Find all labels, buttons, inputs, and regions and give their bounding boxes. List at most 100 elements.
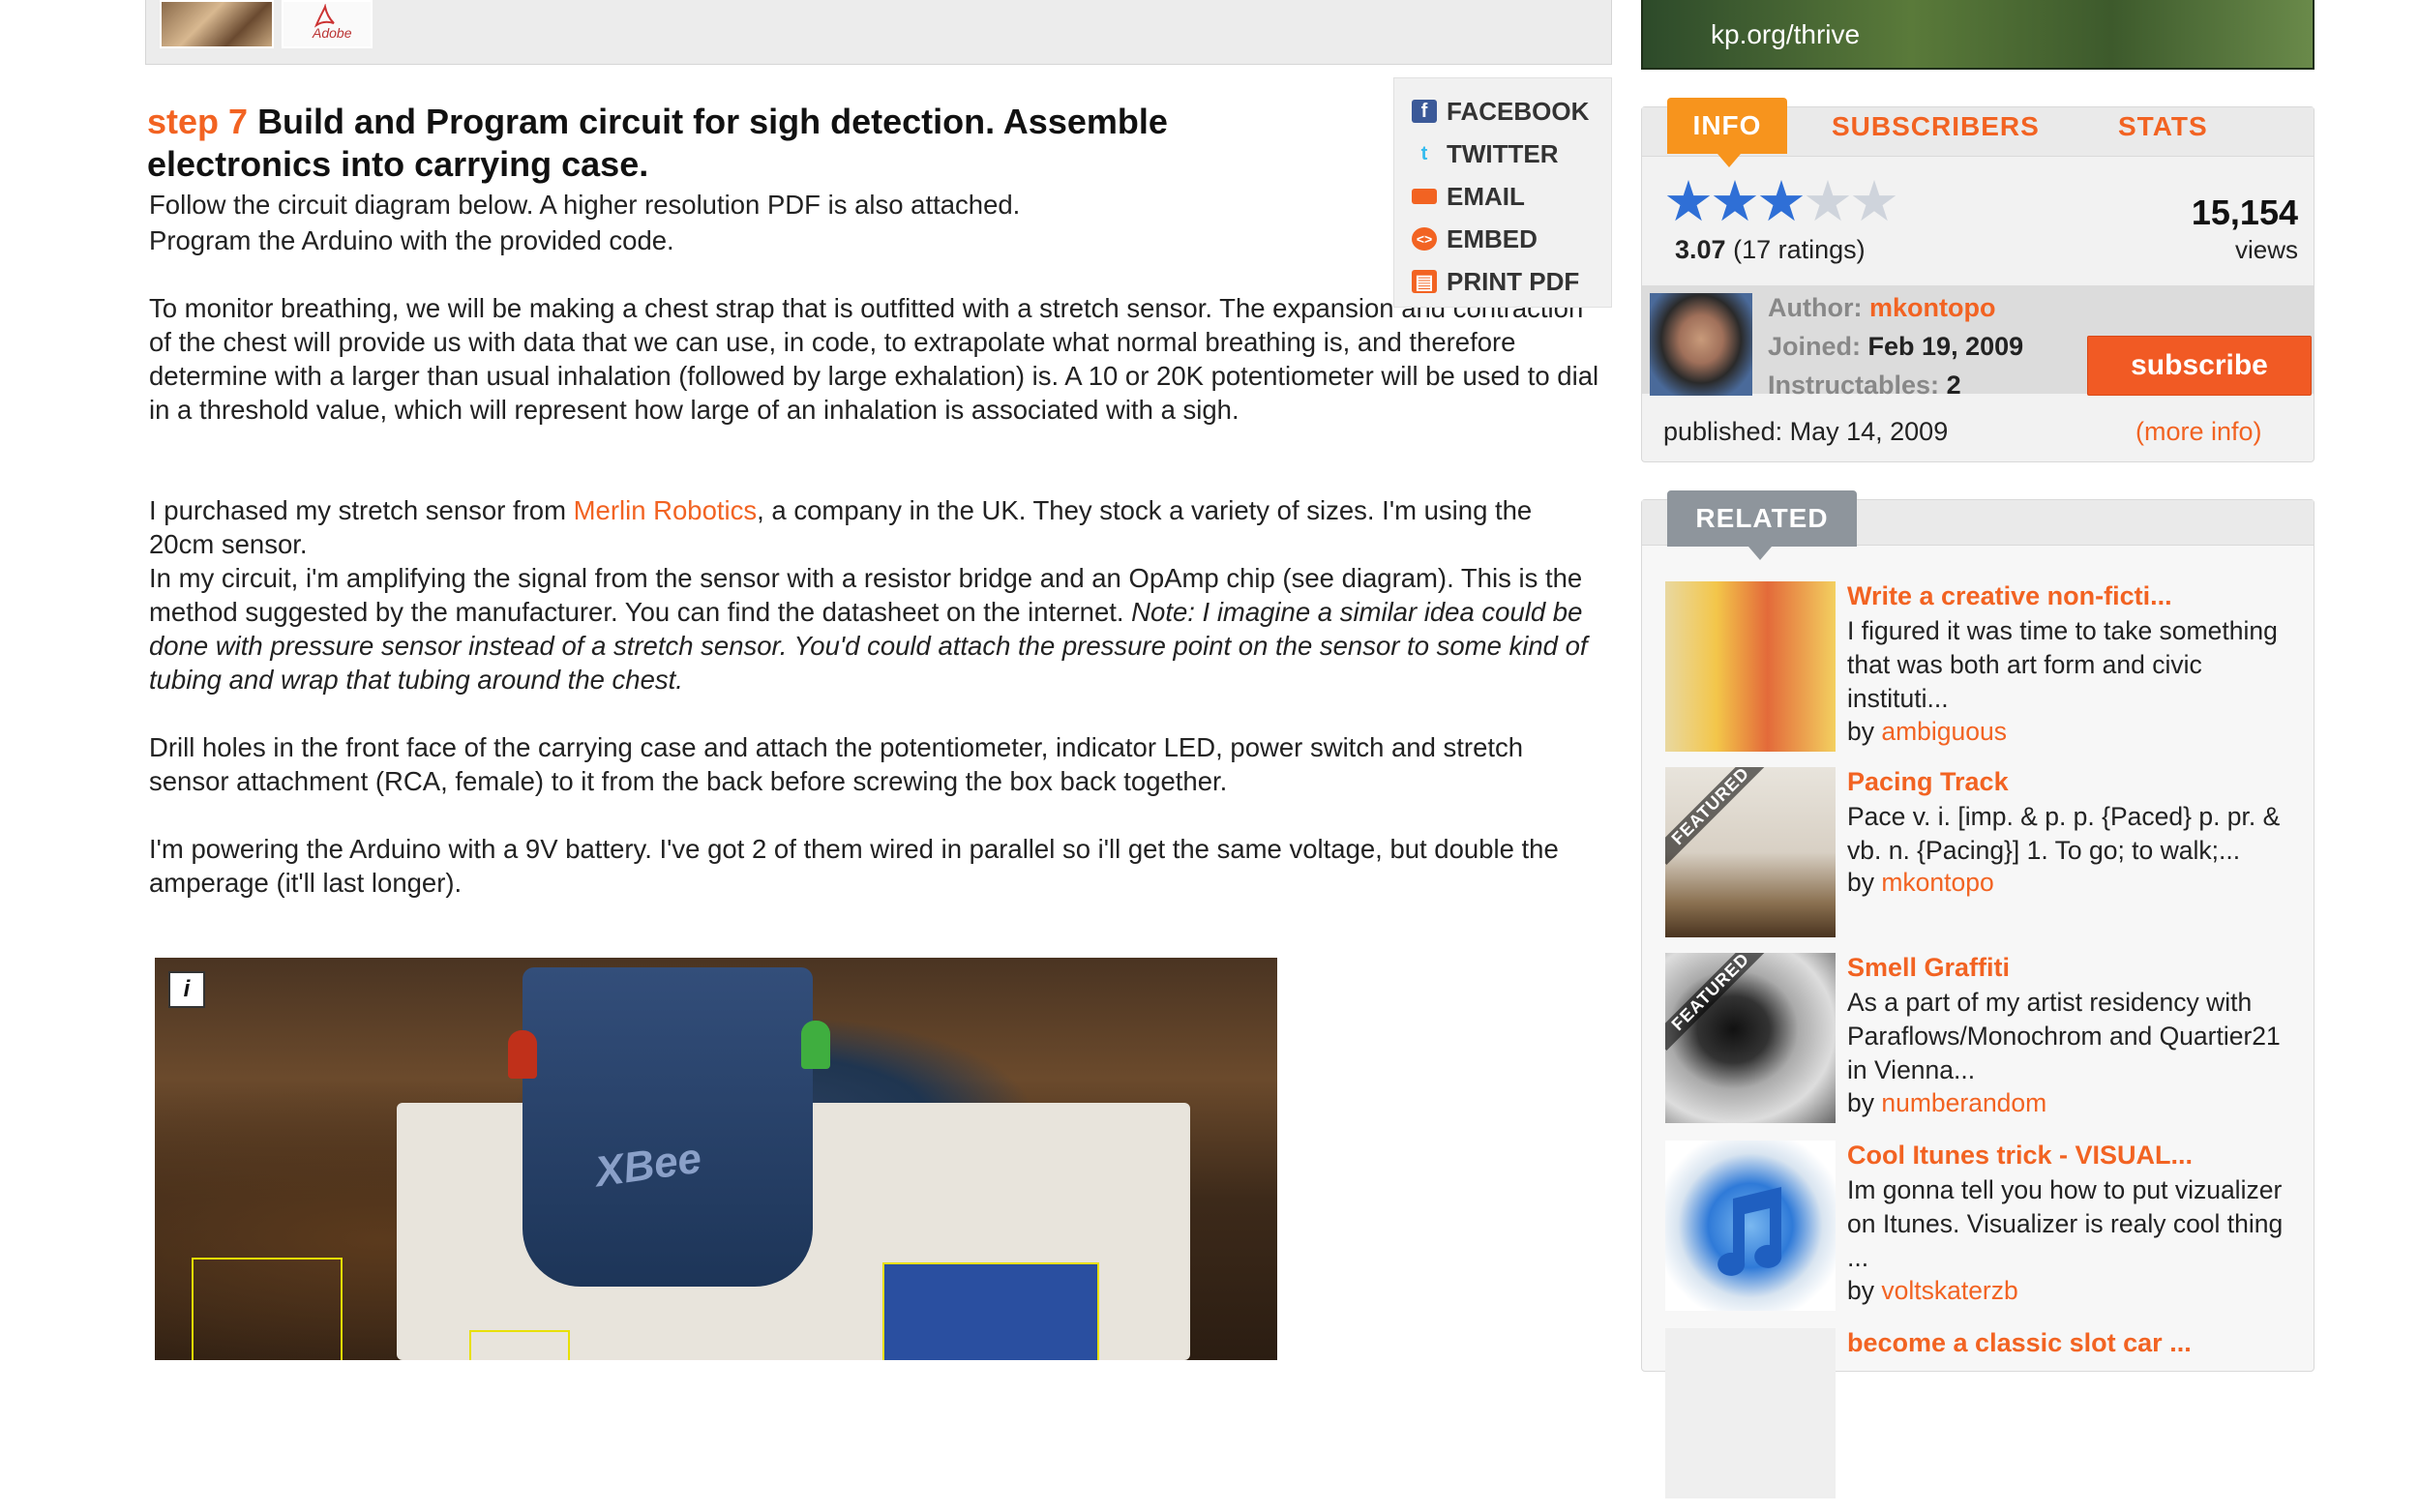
tab-pointer [1748, 547, 1772, 560]
intro-line-1: Follow the circuit diagram below. A high… [149, 190, 1021, 220]
author-line: Author: mkontopo [1768, 293, 1995, 323]
related-thumbnail[interactable] [1665, 581, 1836, 752]
related-title[interactable]: Write a creative non-ficti... [1847, 581, 2302, 611]
merlin-robotics-link[interactable]: Merlin Robotics [574, 495, 758, 525]
related-author-link[interactable]: ambiguous [1881, 717, 2007, 746]
related-tab: RELATED [1667, 490, 1857, 547]
star-empty-icon[interactable]: ★ [1849, 170, 1899, 233]
related-item[interactable]: Cool Itunes trick - VISUAL... Im gonna t… [1642, 1141, 2314, 1324]
share-box: f FACEBOOK t TWITTER EMAIL <> EMBED ▤ PR… [1393, 77, 1612, 308]
attachment-pdf-thumbnail[interactable]: Adobe [282, 0, 373, 48]
featured-ribbon: FEATURED [1665, 953, 1770, 1051]
related-item[interactable]: FEATURED Pacing Track Pace v. i. [imp. &… [1642, 767, 2314, 951]
star-filled-icon[interactable]: ★ [1756, 170, 1807, 233]
related-item[interactable]: Write a creative non-ficti... I figured … [1642, 581, 2314, 765]
related-title[interactable]: become a classic slot car ... [1847, 1328, 2302, 1358]
related-byline: by mkontopo [1847, 868, 1994, 898]
related-header: RELATED [1642, 490, 2314, 560]
author-link[interactable]: mkontopo [1869, 293, 1995, 322]
author-label: Author: [1768, 293, 1863, 322]
paragraph-breathing: To monitor breathing, we will be making … [149, 293, 1599, 425]
image-note-box[interactable] [469, 1330, 570, 1360]
rating-stars[interactable]: ★★★★★ [1663, 170, 1899, 233]
related-author-link[interactable]: numberandom [1881, 1088, 2046, 1117]
twitter-icon: t [1420, 142, 1428, 164]
paragraph-sensor-source: I purchased my stretch sensor from Merli… [149, 493, 1600, 561]
rating-summary: 3.07 (17 ratings) [1675, 235, 1866, 265]
email-icon [1412, 189, 1437, 204]
share-print-pdf[interactable]: ▤ PRINT PDF [1412, 266, 1579, 297]
byline-prefix: by [1847, 1088, 1882, 1117]
instructables-line: Instructables: 2 [1768, 371, 1961, 400]
published-date: published: May 14, 2009 [1663, 417, 1949, 446]
tab-stats[interactable]: STATS [2118, 111, 2208, 142]
related-title[interactable]: Pacing Track [1847, 767, 2302, 797]
tab-pointer [1717, 154, 1741, 167]
related-byline: by voltskaterzb [1847, 1276, 2018, 1306]
step-number: step 7 [147, 102, 249, 141]
byline-prefix: by [1847, 717, 1882, 746]
green-led [801, 1021, 830, 1069]
image-note-box[interactable] [192, 1258, 343, 1360]
related-description: Im gonna tell you how to put vizualizer … [1847, 1175, 2284, 1272]
star-filled-icon[interactable]: ★ [1663, 170, 1714, 233]
related-author-link[interactable]: voltskaterzb [1881, 1276, 2017, 1305]
rating-count: (17 ratings) [1733, 235, 1866, 264]
paragraph-drill: Drill holes in the front face of the car… [149, 732, 1524, 796]
paragraph-text: I purchased my stretch sensor from [149, 495, 574, 525]
itunes-thumbnail[interactable] [1665, 1141, 1836, 1311]
info-tab-bar: INFO SUBSCRIBERS STATS [1642, 98, 2314, 167]
related-thumbnail[interactable] [1665, 1328, 1836, 1498]
step-title: step 7 Build and Program circuit for sig… [147, 101, 1299, 186]
star-filled-icon[interactable]: ★ [1710, 170, 1760, 233]
related-panel: RELATED Write a creative non-ficti... I … [1641, 490, 2314, 1498]
intro-line-2: Program the Arduino with the provided co… [149, 225, 674, 255]
share-embed-label: EMBED [1447, 223, 1538, 253]
rating-value: 3.07 [1675, 235, 1726, 264]
related-title[interactable]: Smell Graffiti [1847, 953, 2302, 983]
star-empty-icon[interactable]: ★ [1803, 170, 1853, 233]
image-info-icon[interactable]: i [168, 971, 205, 1008]
step-photo[interactable]: XBee i [155, 958, 1277, 1360]
byline-prefix: by [1847, 1276, 1882, 1305]
share-email-label: EMAIL [1447, 181, 1525, 211]
music-note-icon [1717, 1187, 1782, 1276]
views-count: 15,154 [2191, 193, 2298, 232]
related-thumbnail[interactable]: FEATURED [1665, 953, 1836, 1123]
joined-line: Joined: Feb 19, 2009 [1768, 332, 2023, 362]
share-email[interactable]: EMAIL [1412, 181, 1525, 212]
facebook-icon: f [1412, 100, 1437, 123]
printer-icon: ▤ [1412, 270, 1437, 293]
subscribe-button[interactable]: subscribe [2087, 336, 2312, 396]
share-facebook[interactable]: f FACEBOOK [1412, 96, 1589, 127]
related-author-link[interactable]: mkontopo [1881, 868, 1993, 897]
related-title[interactable]: Cool Itunes trick - VISUAL... [1847, 1141, 2302, 1171]
related-description: I figured it was time to take something … [1847, 616, 2278, 713]
ad-banner[interactable]: kp.org/thrive [1641, 0, 2314, 70]
share-embed[interactable]: <> EMBED [1412, 223, 1538, 254]
attachment-image-thumbnail[interactable] [160, 0, 274, 48]
share-twitter[interactable]: t TWITTER [1412, 138, 1559, 169]
related-description: As a part of my artist residency with Pa… [1847, 988, 2281, 1084]
info-panel: INFO SUBSCRIBERS STATS ★★★★★ 3.07 (17 ra… [1641, 98, 2314, 462]
related-description: Pace v. i. [imp. & p. p. {Paced} p. pr. … [1847, 802, 2281, 865]
related-byline: by ambiguous [1847, 717, 2007, 747]
adobe-label: Adobe [313, 25, 352, 41]
step-heading: Build and Program circuit for sigh detec… [147, 102, 1168, 184]
views-label: views [2234, 235, 2298, 264]
tab-info[interactable]: INFO [1667, 98, 1787, 154]
related-item[interactable]: FEATURED Smell Graffiti As a part of my … [1642, 953, 2314, 1137]
related-thumbnail[interactable]: FEATURED [1665, 767, 1836, 937]
ad-url: kp.org/thrive [1711, 19, 1861, 49]
more-info-link[interactable]: (more info) [2135, 417, 2262, 447]
tab-subscribers[interactable]: SUBSCRIBERS [1832, 111, 2040, 142]
embed-icon: <> [1412, 227, 1437, 251]
share-facebook-label: FACEBOOK [1447, 96, 1590, 126]
xbee-module [523, 967, 813, 1287]
instructables-label: Instructables: [1768, 371, 1940, 400]
joined-label: Joined: [1768, 332, 1862, 361]
share-twitter-label: TWITTER [1447, 138, 1559, 168]
related-item[interactable]: become a classic slot car ... [1642, 1328, 2314, 1512]
avatar[interactable] [1650, 293, 1752, 396]
share-print-pdf-label: PRINT PDF [1447, 266, 1580, 296]
